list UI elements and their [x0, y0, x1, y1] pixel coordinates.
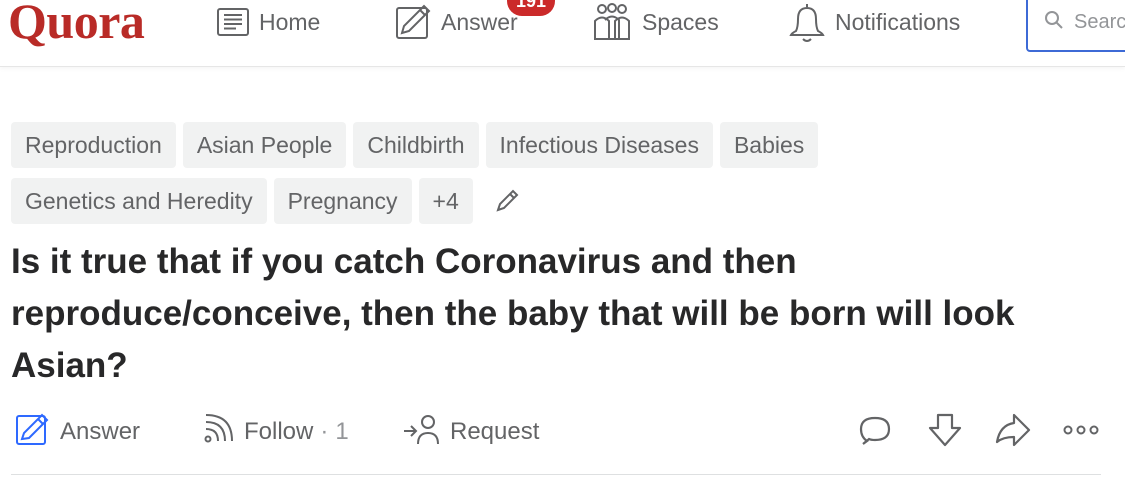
topic-tag-asian-people[interactable]: Asian People: [182, 122, 347, 168]
request-button-label: Request: [450, 418, 540, 445]
spaces-people-icon: [591, 1, 633, 43]
nav-spaces-label: Spaces: [642, 8, 719, 35]
topic-tag-childbirth[interactable]: Childbirth: [353, 122, 479, 168]
section-divider: [11, 474, 1101, 475]
topic-row: Reproduction Asian People Childbirth Inf…: [11, 122, 911, 168]
topic-tag-reproduction[interactable]: Reproduction: [11, 122, 176, 168]
nav-notifications-label: Notifications: [835, 8, 961, 35]
follow-button[interactable]: Follow · 1: [202, 410, 349, 454]
search-icon: [1044, 10, 1064, 35]
answer-pencil-icon: [394, 3, 432, 41]
more-icon: [1062, 423, 1102, 442]
answer-button[interactable]: Answer: [14, 410, 140, 454]
top-navigation-bar: Quora Home Answer 191 Spaces Notificatio…: [0, 0, 1125, 67]
follow-separator: ·: [320, 418, 329, 445]
more-options-button[interactable]: [1062, 410, 1102, 454]
request-button[interactable]: Request: [402, 410, 539, 454]
comment-icon: [858, 413, 892, 452]
comment-button[interactable]: [858, 410, 892, 454]
quora-logo[interactable]: Quora: [8, 0, 145, 56]
request-person-icon: [402, 412, 440, 453]
downvote-button[interactable]: [926, 410, 964, 454]
answer-notification-badge: 191: [507, 0, 555, 16]
share-icon: [994, 411, 1032, 454]
topic-tags: Reproduction Asian People Childbirth Inf…: [11, 122, 911, 234]
home-icon: [216, 7, 250, 37]
follow-rss-icon: [202, 413, 234, 452]
search-input[interactable]: [1074, 10, 1125, 34]
share-button[interactable]: [994, 410, 1032, 454]
nav-notifications[interactable]: Notifications: [788, 0, 960, 44]
nav-spaces[interactable]: Spaces: [591, 0, 719, 44]
question-title[interactable]: Is it true that if you catch Coronavirus…: [11, 236, 1101, 392]
answer-button-label: Answer: [60, 418, 141, 445]
nav-home[interactable]: Home: [216, 0, 320, 44]
downvote-icon: [926, 411, 964, 454]
search-box[interactable]: [1026, 0, 1125, 52]
edit-topics-pencil-icon[interactable]: [494, 188, 520, 214]
bell-icon: [788, 1, 826, 43]
topic-tag-genetics-and-heredity[interactable]: Genetics and Heredity: [11, 178, 267, 224]
topic-tag-babies[interactable]: Babies: [719, 122, 819, 168]
nav-home-label: Home: [259, 8, 321, 35]
topic-tag-pregnancy[interactable]: Pregnancy: [273, 178, 412, 224]
nav-answer-label: Answer: [441, 8, 518, 35]
topic-row: Genetics and Heredity Pregnancy +4: [11, 178, 911, 224]
more-topics-button[interactable]: +4: [418, 178, 473, 224]
nav-answer[interactable]: Answer: [394, 0, 518, 44]
answer-pencil-icon: [14, 411, 50, 454]
topic-tag-infectious-diseases[interactable]: Infectious Diseases: [485, 122, 713, 168]
question-action-bar: Answer Follow · 1 Request: [14, 410, 1109, 454]
follow-button-label: Follow: [244, 418, 314, 445]
follow-count: 1: [335, 418, 349, 445]
